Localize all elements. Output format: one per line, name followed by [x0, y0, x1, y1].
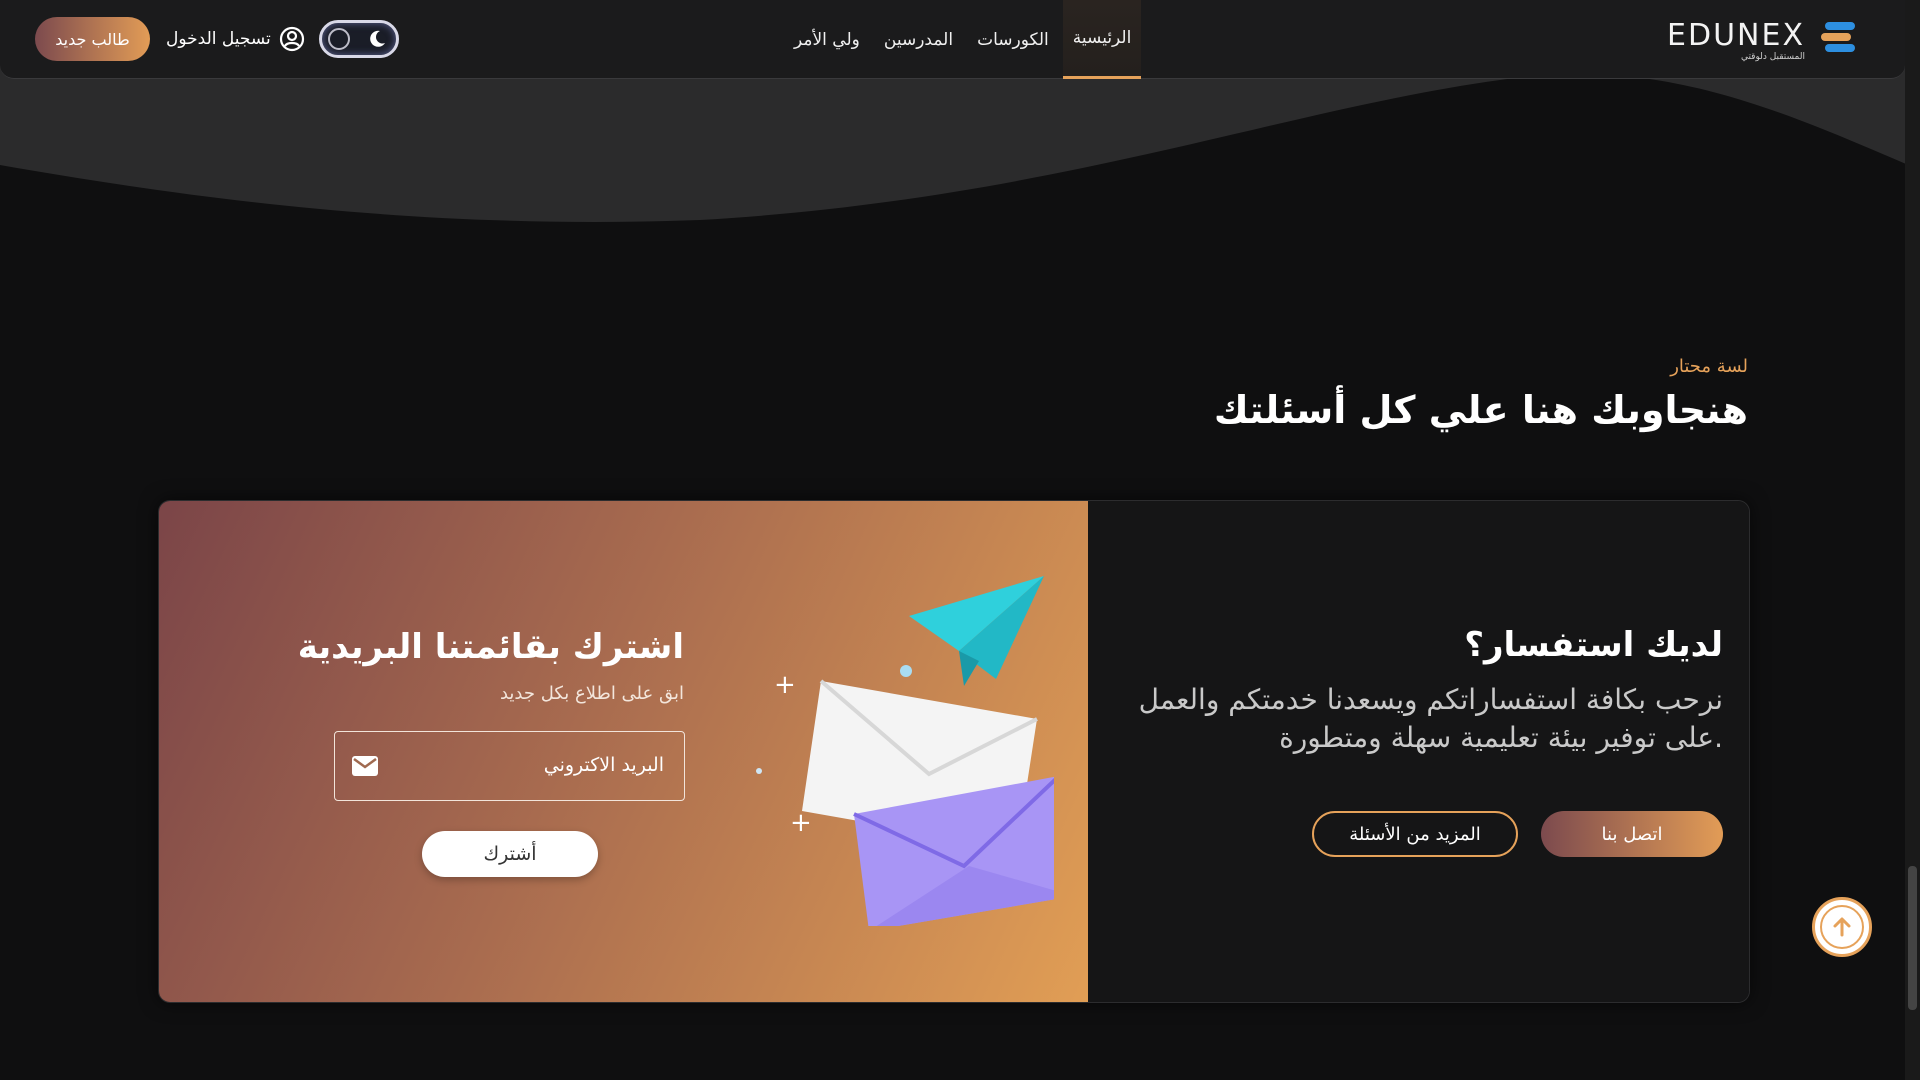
scroll-to-top-ring: [1820, 905, 1864, 949]
inquiry-panel: لديك استفسار؟ نرحب بكافة استفساراتكم ويس…: [1088, 501, 1749, 1002]
user-circle-icon: [279, 26, 304, 52]
theme-toggle[interactable]: [319, 20, 399, 58]
nav-teachers[interactable]: المدرسين: [874, 0, 963, 79]
logo-text: EDUNEX: [1667, 18, 1805, 53]
nav-parent[interactable]: ولي الأمر: [784, 0, 870, 79]
mail-icon: [352, 756, 378, 776]
scrollbar-thumb[interactable]: [1908, 866, 1917, 1010]
contact-newsletter-card: + + + اشترك بقائمتنا البريدية ابق على اط…: [158, 500, 1750, 1003]
moon-icon: [370, 30, 385, 47]
top-navbar: EDUNEX المستقبل دلوقتي الرئيسية الكورسات…: [0, 0, 1905, 79]
newsletter-panel: + + + اشترك بقائمتنا البريدية ابق على اط…: [159, 501, 1088, 1002]
page-scrollbar[interactable]: [1905, 0, 1920, 1080]
main-nav: الرئيسية الكورسات المدرسين ولي الأمر: [780, 0, 1142, 79]
scroll-to-top-button[interactable]: [1812, 897, 1872, 957]
nav-home[interactable]: الرئيسية: [1062, 0, 1142, 79]
email-placeholder: البريد الاكتروني: [543, 754, 664, 776]
envelopes-illustration: + + +: [756, 576, 1054, 926]
email-input[interactable]: البريد الاكتروني: [334, 731, 685, 801]
newsletter-title: اشترك بقائمتنا البريدية: [297, 627, 684, 667]
more-faq-button[interactable]: المزيد من الأسئلة: [1312, 811, 1518, 857]
svg-text:+: +: [790, 808, 812, 838]
logo-mark-icon: [1821, 22, 1855, 52]
login-label: تسجيل الدخول: [166, 29, 271, 49]
nav-courses[interactable]: الكورسات: [967, 0, 1059, 79]
logo-tagline: المستقبل دلوقتي: [1740, 52, 1805, 62]
section-title: هنجاوبك هنا علي كل أسئلتك: [1213, 388, 1748, 432]
site-logo[interactable]: EDUNEX المستقبل دلوقتي: [1667, 18, 1857, 62]
inquiry-title: لديك استفسار؟: [1464, 625, 1723, 665]
toggle-knob: [328, 28, 350, 50]
arrow-up-icon: [1833, 917, 1851, 937]
new-student-button[interactable]: طالب جديد: [35, 17, 150, 61]
login-link[interactable]: تسجيل الدخول: [166, 24, 305, 54]
inquiry-text: نرحب بكافة استفساراتكم ويسعدنا خدمتكم وا…: [1138, 683, 1723, 754]
newsletter-subtitle: ابق على اطلاع بكل جديد: [499, 683, 684, 704]
contact-us-button[interactable]: اتصل بنا: [1541, 811, 1723, 857]
section-eyebrow: لسة محتار: [1670, 356, 1748, 377]
svg-text:+: +: [774, 670, 796, 700]
subscribe-button[interactable]: أشترك: [422, 831, 598, 877]
